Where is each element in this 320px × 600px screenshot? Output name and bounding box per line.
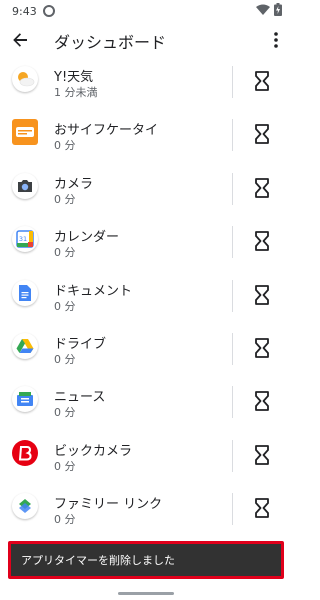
app-usage: 0 分 — [54, 246, 76, 259]
list-item[interactable]: おサイフケータイ 0 分 — [0, 109, 292, 163]
divider — [232, 66, 233, 98]
app-name: カメラ — [54, 177, 94, 192]
calendar-date-text: 31 — [19, 235, 27, 243]
calendar-icon: 31 — [12, 226, 38, 252]
status-bar: 9:43 — [0, 0, 292, 22]
page-title: ダッシュボード — [54, 33, 167, 52]
divider — [232, 173, 233, 205]
divider — [232, 493, 233, 525]
list-item[interactable]: ドキュメント 0 分 — [0, 270, 292, 324]
app-name: ドライブ — [54, 337, 107, 352]
app-bar: ダッシュボード — [0, 22, 292, 58]
snackbar-message: アプリタイマーを削除しました — [21, 554, 175, 567]
news-icon — [12, 386, 38, 412]
divider — [232, 440, 233, 472]
app-usage: 0 分 — [54, 406, 76, 419]
app-name: ドキュメント — [54, 284, 133, 299]
divider — [232, 386, 233, 418]
app-usage: 0 分 — [54, 513, 76, 526]
list-item[interactable]: Y!天気 1 分未満 — [0, 56, 292, 110]
list-item[interactable]: ドライブ 0 分 — [0, 323, 292, 377]
app-name: ビックカメラ — [54, 444, 133, 459]
app-name: ファミリー リンク — [54, 497, 163, 512]
hourglass-icon[interactable] — [254, 338, 270, 358]
hourglass-icon[interactable] — [254, 285, 270, 305]
list-item[interactable]: ファミリー リンク 0 分 — [0, 483, 292, 537]
back-arrow-icon[interactable] — [10, 30, 30, 50]
snackbar: アプリタイマーを削除しました — [8, 541, 284, 579]
hourglass-icon[interactable] — [254, 124, 270, 144]
list-item[interactable]: カメラ 0 分 — [0, 163, 292, 217]
list-item[interactable]: ニュース 0 分 — [0, 376, 292, 430]
family-link-icon — [12, 493, 38, 519]
hourglass-icon[interactable] — [254, 178, 270, 198]
hourglass-icon[interactable] — [254, 445, 270, 465]
app-usage: 0 分 — [54, 139, 76, 152]
app-name: ニュース — [54, 390, 106, 405]
docs-icon — [12, 280, 38, 306]
drive-icon — [12, 333, 38, 359]
hourglass-icon[interactable] — [254, 498, 270, 518]
sun-cloud-icon — [12, 66, 38, 92]
osaifu-icon — [12, 119, 38, 145]
status-time: 9:43 — [12, 4, 37, 18]
app-usage: 0 分 — [54, 193, 76, 206]
hourglass-icon[interactable] — [254, 231, 270, 251]
divider — [232, 119, 233, 151]
app-usage: 0 分 — [54, 460, 76, 473]
app-usage: 0 分 — [54, 353, 76, 366]
list-item[interactable]: ビックカメラ 0 分 — [0, 430, 292, 484]
gesture-nav-handle[interactable] — [118, 592, 174, 595]
wifi-icon — [256, 4, 270, 15]
divider — [232, 226, 233, 258]
app-name: カレンダー — [54, 230, 120, 245]
notification-icon — [42, 5, 55, 17]
app-usage: 0 分 — [54, 300, 76, 313]
battery-icon — [274, 3, 282, 16]
hourglass-icon[interactable] — [254, 71, 270, 91]
more-options-icon[interactable] — [270, 30, 282, 50]
app-name: おサイフケータイ — [54, 123, 159, 138]
list-item[interactable]: 31 カレンダー 0 分 — [0, 216, 292, 270]
divider — [232, 280, 233, 312]
hourglass-icon[interactable] — [254, 391, 270, 411]
app-usage: 1 分未満 — [54, 86, 98, 99]
app-name: Y!天気 — [54, 70, 94, 85]
camera-icon — [12, 173, 38, 199]
divider — [232, 333, 233, 365]
biccamera-icon — [12, 440, 38, 466]
